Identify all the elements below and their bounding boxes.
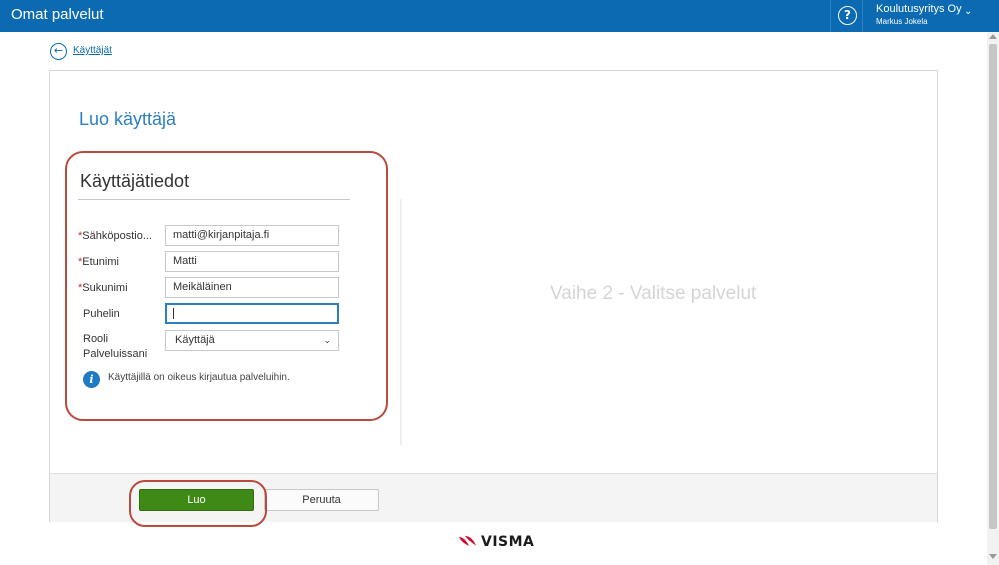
cancel-button[interactable]: Peruuta [264, 489, 379, 511]
help-icon: ? [838, 6, 857, 25]
scroll-down-arrow[interactable] [989, 554, 997, 559]
app-title[interactable]: Omat palvelut [11, 6, 104, 23]
page-title: Luo käyttäjä [79, 109, 177, 129]
step2-placeholder: Vaihe 2 - Valitse palvelut [550, 283, 757, 304]
visma-wing-icon [459, 536, 476, 546]
back-link[interactable]: Käyttäjät [73, 45, 112, 56]
column-divider [400, 199, 403, 445]
button-highlight-annotation [129, 480, 267, 527]
scroll-up-arrow[interactable] [989, 34, 997, 39]
form-highlight-annotation [65, 151, 388, 421]
help-button[interactable]: ? [830, 0, 862, 32]
chevron-down-icon: ⌄ [964, 6, 973, 17]
user-name: Markus Jokela [876, 17, 928, 26]
company-name: Koulutusyritys Oy [876, 3, 962, 15]
card-footer: Luo Peruuta [50, 473, 937, 527]
arrow-left-icon[interactable]: ← [50, 43, 67, 60]
account-menu[interactable]: Koulutusyritys Oy Markus Jokela ⌄ [862, 0, 986, 32]
scrollbar-thumb[interactable] [989, 44, 997, 529]
create-user-card: Luo käyttäjä Käyttäjätiedot *Sähköpostio… [49, 70, 938, 527]
vertical-scrollbar[interactable] [987, 32, 999, 565]
visma-wordmark: VISMA [481, 534, 535, 550]
top-bar: Omat palvelut ? Koulutusyritys Oy Markus… [0, 0, 999, 32]
